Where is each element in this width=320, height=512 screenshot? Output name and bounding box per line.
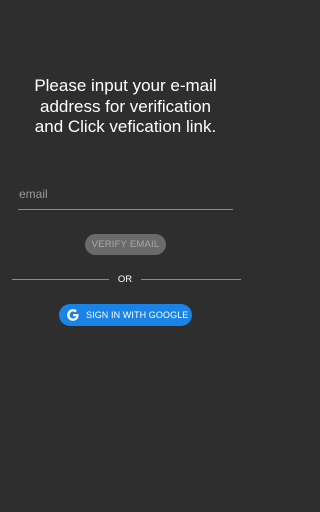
- email-input[interactable]: [18, 178, 233, 209]
- email-field[interactable]: [18, 178, 233, 210]
- instruction-line-3: and Click vefication link.: [34, 117, 217, 136]
- google-sign-in-button[interactable]: SIGN IN WITH GOOGLE: [59, 304, 192, 326]
- instruction-line-1: Please input your e-mail: [34, 76, 217, 95]
- divider-line-right: [141, 279, 241, 280]
- google-g-icon: [66, 308, 80, 322]
- instruction-line-2: address for verification: [39, 96, 212, 116]
- google-sign-in-label: SIGN IN WITH GOOGLE: [86, 310, 189, 320]
- divider-line-left: [12, 279, 109, 280]
- instruction-heading: Please input your e-mail address for ver…: [0, 76, 251, 138]
- email-underline: [18, 209, 233, 210]
- or-divider-label: OR: [117, 274, 133, 285]
- verify-email-button[interactable]: VERIFY EMAIL: [85, 234, 166, 255]
